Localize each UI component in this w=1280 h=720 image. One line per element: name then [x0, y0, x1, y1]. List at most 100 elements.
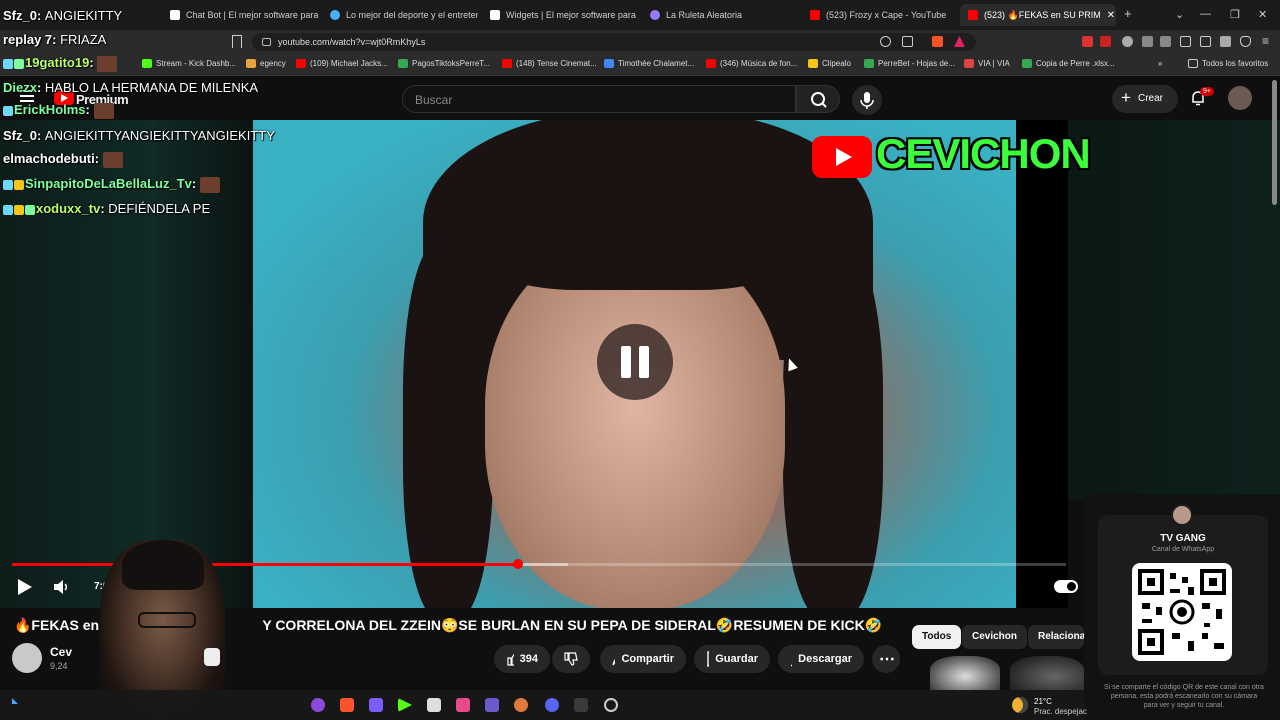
- channel-avatar: [1171, 504, 1193, 526]
- autoplay-toggle[interactable]: [1054, 580, 1078, 593]
- chip-cevichon[interactable]: Cevichon: [962, 625, 1028, 649]
- zoom-icon[interactable]: [880, 36, 891, 47]
- more-actions-button[interactable]: ⋯: [872, 645, 900, 673]
- cast-icon[interactable]: [902, 36, 913, 47]
- browser-tab[interactable]: (523) Frozy x Cape - YouTube: [802, 4, 958, 26]
- play-button[interactable]: [14, 577, 34, 597]
- thumbs-up-icon: [507, 654, 514, 666]
- weather-icon[interactable]: [1012, 697, 1028, 713]
- ambient-glow-right: [1068, 120, 1280, 500]
- taskbar-app-icon[interactable]: [427, 698, 441, 712]
- voice-search-button[interactable]: [852, 85, 882, 115]
- bookmark-item[interactable]: (346) Música de fon...: [706, 59, 797, 68]
- dislike-button[interactable]: [552, 645, 590, 673]
- qr-caption: Si se comparte el código QR de este cana…: [1104, 684, 1264, 709]
- bookmark-item[interactable]: egency: [246, 59, 286, 68]
- chip-relacionados[interactable]: Relaciona: [1028, 625, 1084, 649]
- channel-subscribers: 9,24: [50, 661, 68, 671]
- taskbar-app-icon[interactable]: [574, 698, 588, 712]
- browser-tab[interactable]: La Ruleta Aleatoria: [642, 4, 798, 26]
- download-icon: [791, 664, 793, 667]
- bookmark-favicon-icon: [246, 59, 256, 68]
- close-tab-icon[interactable]: ✕: [1107, 10, 1115, 21]
- browser-tab[interactable]: Chat Bot | El mejor software para p: [162, 4, 318, 26]
- brave-shield-icon[interactable]: [932, 36, 943, 47]
- chat-badge-icon: [3, 58, 13, 69]
- bookmark-item[interactable]: Timothée Chalamet...: [604, 59, 694, 68]
- bookmark-icon[interactable]: [232, 35, 242, 48]
- create-button[interactable]: + Crear: [1112, 85, 1178, 113]
- watermark-text: CEVICHON: [876, 130, 1091, 177]
- minimize-icon[interactable]: —: [1200, 8, 1211, 20]
- sidebar-icon[interactable]: [1180, 36, 1191, 47]
- close-window-icon[interactable]: ✕: [1258, 8, 1267, 21]
- account-avatar[interactable]: [1228, 86, 1252, 110]
- progress-scrubber[interactable]: [513, 559, 523, 569]
- taskbar-app-icon[interactable]: [456, 698, 470, 712]
- search-button[interactable]: [796, 85, 840, 113]
- emote-icon: [93, 102, 114, 119]
- page-scrollbar[interactable]: [1272, 80, 1277, 205]
- browser-tab[interactable]: Lo mejor del deporte y el entretenim: [322, 4, 478, 26]
- taskbar-app-icon[interactable]: [311, 698, 325, 712]
- leo-icon[interactable]: [1220, 36, 1231, 47]
- share-button[interactable]: Compartir: [600, 645, 686, 673]
- new-tab-icon[interactable]: +: [1124, 6, 1132, 21]
- extension-off-icon[interactable]: [1100, 36, 1111, 47]
- wallet-icon[interactable]: [1200, 36, 1211, 47]
- chip-todos[interactable]: Todos: [912, 625, 962, 649]
- chevron-down-icon[interactable]: ⌄: [1175, 8, 1184, 21]
- chat-message: Sfz_0: ANGIEKITTYANGIEKITTYANGIEKITTY: [3, 128, 275, 143]
- related-video-thumbnail[interactable]: [1010, 656, 1084, 690]
- qr-title: TV GANG: [1160, 533, 1206, 544]
- discord-icon[interactable]: [545, 698, 559, 712]
- browser-tab[interactable]: Widgets | El mejor software para p: [482, 4, 638, 26]
- tab-favicon-icon: [490, 10, 500, 20]
- sheets-icon: [398, 59, 408, 68]
- bookmark-item[interactable]: Copia de Perre .xlsx...: [1022, 59, 1115, 68]
- taskbar-app-icon[interactable]: [485, 698, 499, 712]
- bookmarks-overflow-icon[interactable]: »: [1158, 59, 1162, 68]
- related-video-thumbnail[interactable]: [930, 656, 1000, 690]
- browser-tab-active[interactable]: (523) 🔥FEKAS en SU PRIM ✕: [960, 4, 1116, 26]
- channel-avatar[interactable]: [12, 643, 42, 673]
- plus-icon: +: [1121, 88, 1131, 107]
- mic-icon: [860, 92, 874, 109]
- extension-icon[interactable]: [1122, 36, 1133, 47]
- url-field[interactable]: youtube.com/watch?v=wjt0RmKhyLs: [252, 33, 976, 51]
- channel-name[interactable]: Cev: [50, 645, 72, 659]
- bookmark-item[interactable]: PagosTiktoksPerreT...: [398, 59, 490, 68]
- taskbar-app-icon[interactable]: [369, 698, 383, 712]
- taskbar-app-icon[interactable]: [514, 698, 528, 712]
- bookmark-item[interactable]: Clipealo: [808, 59, 851, 68]
- start-icon[interactable]: [12, 698, 18, 704]
- brave-icon[interactable]: [340, 698, 354, 712]
- channel-watermark: CEVICHON: [812, 128, 1091, 184]
- extension-icon[interactable]: [1082, 36, 1093, 47]
- bookmark-item[interactable]: VIA | VIA: [964, 59, 1010, 68]
- webcam-content: [122, 540, 204, 590]
- youtube-favicon-icon: [968, 10, 978, 20]
- maximize-icon[interactable]: ❐: [1230, 8, 1240, 21]
- all-bookmarks[interactable]: Todos los favoritos: [1188, 59, 1268, 68]
- youtube-favicon-icon: [810, 10, 820, 20]
- save-button[interactable]: Guardar: [694, 645, 770, 673]
- bookmark-item[interactable]: (109) Michael Jacks...: [296, 59, 388, 68]
- volume-button[interactable]: [52, 578, 70, 596]
- video-content: [485, 240, 785, 608]
- bookmark-item[interactable]: PerreBet - Hojas de...: [864, 59, 955, 68]
- download-button[interactable]: Descargar: [778, 645, 864, 673]
- site-info-icon[interactable]: [262, 38, 271, 46]
- menu-icon[interactable]: ≡: [1262, 34, 1269, 48]
- bookmark-item[interactable]: Stream - Kick Dashb...: [142, 59, 236, 68]
- search-input[interactable]: Buscar: [402, 85, 796, 113]
- pause-overlay-button[interactable]: [597, 324, 673, 400]
- extension-icon[interactable]: [1160, 36, 1171, 47]
- vpn-shield-icon[interactable]: [1240, 36, 1251, 47]
- extensions-puzzle-icon[interactable]: [1142, 36, 1153, 47]
- taskbar-app-icon[interactable]: [604, 698, 618, 712]
- bookmark-item[interactable]: (148) Tense Cinemat...: [502, 59, 597, 68]
- ambient-glow-left: [0, 120, 253, 608]
- like-button[interactable]: 394: [494, 645, 550, 673]
- share-icon: [612, 658, 616, 666]
